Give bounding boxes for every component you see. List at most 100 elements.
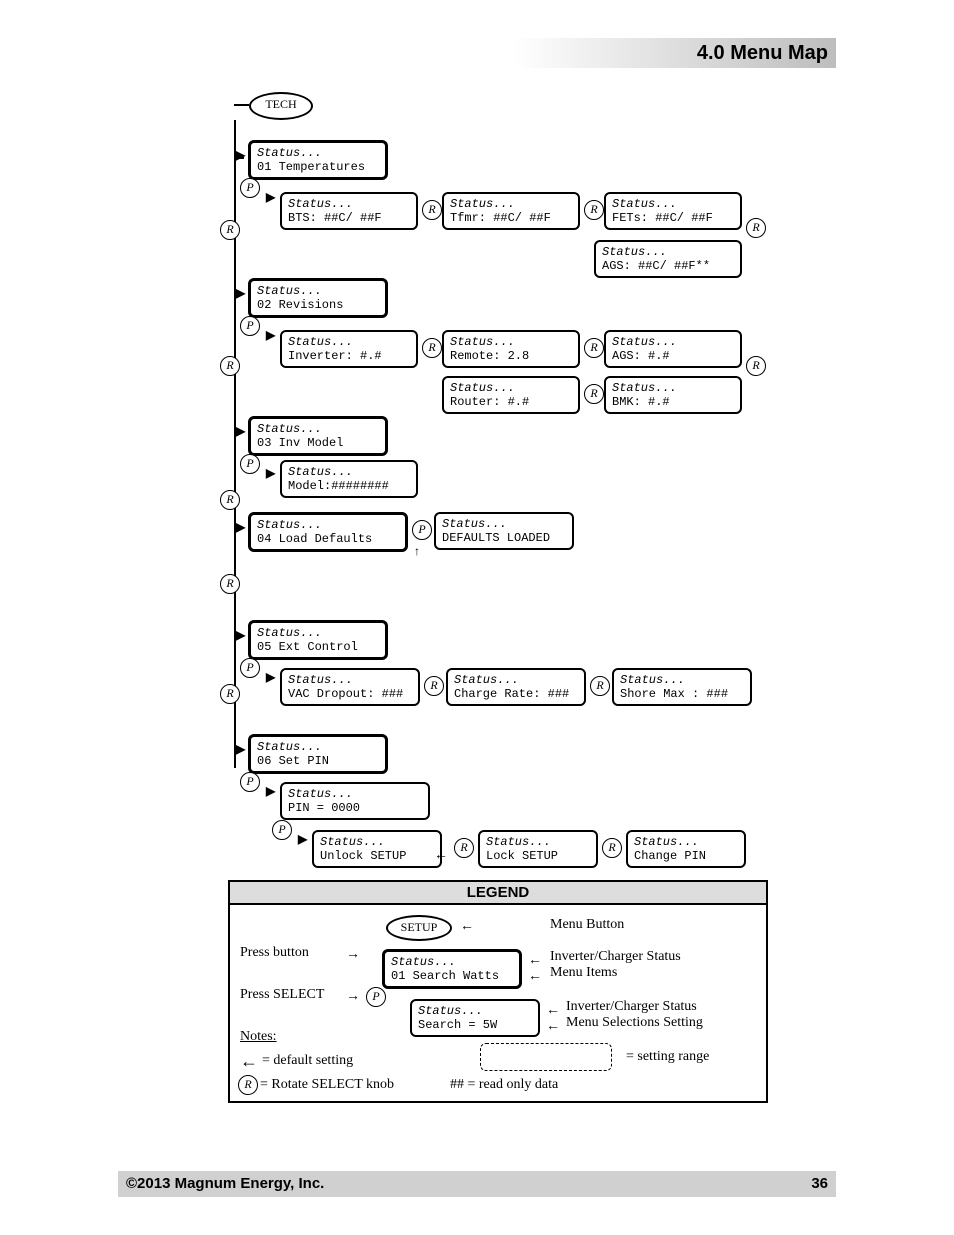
rotate-icon: R xyxy=(584,200,604,220)
item-bts: Status... BTS: ##C/ ##F xyxy=(280,192,418,230)
value: VAC Dropout: ### xyxy=(288,687,403,701)
menu-03: Status... 03 Inv Model xyxy=(248,416,388,456)
legend-menu-button-label: Menu Button xyxy=(550,917,624,933)
value: AGS: ##C/ ##F** xyxy=(602,259,710,273)
press-icon: P xyxy=(272,820,292,840)
legend-rotate: = Rotate SELECT knob xyxy=(260,1077,394,1093)
status-label: Status... xyxy=(391,955,456,969)
item-router: Status... Router: #.# xyxy=(442,376,580,414)
value: Charge Rate: ### xyxy=(454,687,569,701)
legend-inv-status: Inverter/Charger Status xyxy=(550,949,681,965)
status-label: Status... xyxy=(450,335,515,349)
value: AGS: #.# xyxy=(612,349,670,363)
legend-range-box xyxy=(480,1043,612,1071)
arrow-icon: ▶ xyxy=(236,148,245,162)
press-icon: P xyxy=(240,772,260,792)
item-change-pin: Status... Change PIN xyxy=(626,830,746,868)
arrow-icon: ▶ xyxy=(266,466,275,480)
arrow-icon: ▶ xyxy=(266,784,275,798)
menu-05-label: 05 Ext Control xyxy=(257,640,358,654)
value: Model:######## xyxy=(288,479,389,493)
rotate-icon: R xyxy=(422,200,442,220)
menu-05: Status... 05 Ext Control xyxy=(248,620,388,660)
press-icon: P xyxy=(240,454,260,474)
legend-default: = default setting xyxy=(262,1053,353,1069)
rotate-icon: R xyxy=(220,490,240,510)
return-arrow-icon: ↑ xyxy=(414,544,420,558)
legend-selection: Status... Search = 5W xyxy=(410,999,540,1037)
value: FETs: ##C/ ##F xyxy=(612,211,713,225)
arrow-icon: ▶ xyxy=(236,424,245,438)
value: Inverter: #.# xyxy=(288,349,382,363)
value: 01 Search Watts xyxy=(391,969,499,983)
legend-menu-item: Status... 01 Search Watts xyxy=(382,949,522,989)
rotate-icon: R xyxy=(454,838,474,858)
footer-page: 36 xyxy=(811,1171,828,1197)
status-label: Status... xyxy=(612,381,677,395)
status-label: Status... xyxy=(257,284,322,298)
value: Unlock SETUP xyxy=(320,849,406,863)
rotate-icon: R xyxy=(746,218,766,238)
legend-title: LEGEND xyxy=(230,882,766,905)
arrow-icon: ▶ xyxy=(236,286,245,300)
rotate-icon: R xyxy=(220,574,240,594)
status-label: Status... xyxy=(257,518,322,532)
value: PIN = 0000 xyxy=(288,801,360,815)
status-label: Status... xyxy=(257,146,322,160)
status-label: Status... xyxy=(288,197,353,211)
status-label: Status... xyxy=(612,197,677,211)
value: DEFAULTS LOADED xyxy=(442,531,550,545)
value: BTS: ##C/ ##F xyxy=(288,211,382,225)
arrow-left-icon: ← xyxy=(460,917,474,933)
legend: LEGEND SETUP ← Menu Button Press button … xyxy=(228,880,768,1103)
item-bmk: Status... BMK: #.# xyxy=(604,376,742,414)
value: Tfmr: ##C/ ##F xyxy=(450,211,551,225)
rotate-icon: R xyxy=(584,384,604,404)
connector xyxy=(234,104,249,106)
status-label: Status... xyxy=(620,673,685,687)
status-label: Status... xyxy=(418,1004,483,1018)
arrow-left-icon: ← xyxy=(528,951,542,967)
menu-03-label: 03 Inv Model xyxy=(257,436,343,450)
legend-range: = setting range xyxy=(626,1049,709,1065)
default-arrow-icon: ← xyxy=(434,846,448,862)
footer-copyright: ©2013 Magnum Energy, Inc. xyxy=(126,1175,324,1192)
item-unlock-setup: Status... Unlock SETUP xyxy=(312,830,442,868)
value: Lock SETUP xyxy=(486,849,558,863)
status-label: Status... xyxy=(288,787,353,801)
item-charge-rate: Status... Charge Rate: ### xyxy=(446,668,586,706)
value: Router: #.# xyxy=(450,395,529,409)
menu-01: Status... 01 Temperatures xyxy=(248,140,388,180)
item-pin: Status... PIN = 0000 xyxy=(280,782,430,820)
legend-readonly: ## = read only data xyxy=(450,1077,558,1093)
status-label: Status... xyxy=(288,335,353,349)
status-label: Status... xyxy=(450,197,515,211)
value: Shore Max : ### xyxy=(620,687,728,701)
arrow-icon: ▶ xyxy=(236,742,245,756)
menu-04: Status... 04 Load Defaults xyxy=(248,512,408,552)
menu-02: Status... 02 Revisions xyxy=(248,278,388,318)
value: Remote: 2.8 xyxy=(450,349,529,363)
legend-press-select: Press SELECT xyxy=(240,987,324,1003)
arrow-icon: ▶ xyxy=(266,670,275,684)
legend-menu-items: Menu Items xyxy=(550,965,617,981)
arrow-right-icon: → xyxy=(346,945,360,961)
arrow-icon: ▶ xyxy=(266,328,275,342)
legend-press-button: Press button xyxy=(240,945,309,961)
rotate-icon: R xyxy=(422,338,442,358)
item-remote: Status... Remote: 2.8 xyxy=(442,330,580,368)
arrow-left-icon: ← xyxy=(528,967,542,983)
item-ags-temp: Status... AGS: ##C/ ##F** xyxy=(594,240,742,278)
status-label: Status... xyxy=(602,245,667,259)
item-shore-max: Status... Shore Max : ### xyxy=(612,668,752,706)
arrow-left-icon: ← xyxy=(546,1017,560,1033)
status-label: Status... xyxy=(257,740,322,754)
item-ags-rev: Status... AGS: #.# xyxy=(604,330,742,368)
status-label: Status... xyxy=(288,465,353,479)
rotate-icon: R xyxy=(746,356,766,376)
value: Change PIN xyxy=(634,849,706,863)
status-label: Status... xyxy=(320,835,385,849)
status-label: Status... xyxy=(257,626,322,640)
item-defaults-loaded: Status... DEFAULTS LOADED xyxy=(434,512,574,550)
item-vac-dropout: Status... VAC Dropout: ### xyxy=(280,668,420,706)
